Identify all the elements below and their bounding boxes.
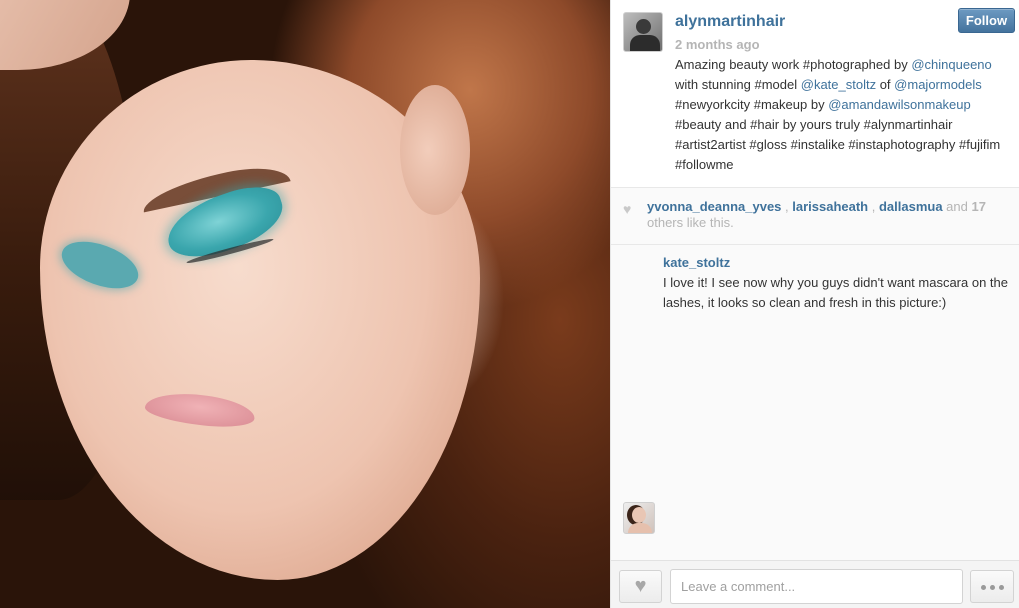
comment-footer: ♥ — [611, 560, 1019, 608]
more-options-icon — [999, 585, 1004, 590]
owner-avatar[interactable] — [623, 12, 663, 52]
caption-mention-model[interactable]: @kate_stoltz — [801, 77, 876, 92]
like-button[interactable]: ♥ — [619, 570, 662, 603]
avatar-head — [632, 507, 646, 523]
photo-arm — [0, 0, 130, 70]
caption-text: #beauty and #hair by yours truly #alynma… — [675, 117, 1001, 172]
likes-section: ♥ yvonna_deanna_yves , larissaheath , da… — [611, 188, 1019, 245]
post-sidebar: alynmartinhair 2 months ago Follow Amazi… — [610, 0, 1019, 608]
liker-username[interactable]: yvonna_deanna_yves — [647, 199, 781, 214]
caption-mention-makeup[interactable]: @amandawilsonmakeup — [828, 97, 971, 112]
photo-ear — [400, 85, 470, 215]
heart-icon: ♥ — [634, 575, 647, 597]
comment-username[interactable]: kate_stoltz — [663, 255, 730, 270]
comment-text: I love it! I see now why you guys didn't… — [663, 275, 1008, 310]
comment-input[interactable] — [670, 569, 963, 604]
caption-text: of — [876, 77, 895, 92]
liker-separator: , — [781, 199, 793, 214]
caption-text: with stunning #model — [675, 77, 801, 92]
likers-text: yvonna_deanna_yves , larissaheath , dall… — [647, 199, 1007, 231]
liker-username[interactable]: larissaheath — [792, 199, 868, 214]
caption-mention-photographer[interactable]: @chinqueeno — [911, 57, 991, 72]
comment-item: kate_stoltz I love it! I see now why you… — [611, 245, 1019, 534]
owner-username[interactable]: alynmartinhair — [675, 13, 785, 31]
caption-text: Amazing beauty work #photographed by — [675, 57, 912, 72]
more-options-icon — [990, 585, 995, 590]
post-caption: Amazing beauty work #photographed by @ch… — [675, 55, 1011, 175]
heart-icon: ♥ — [623, 201, 632, 217]
likes-and: and — [942, 199, 972, 214]
avatar-body — [628, 523, 652, 533]
liker-username[interactable]: dallasmua — [879, 199, 943, 214]
avatar-body — [630, 35, 660, 51]
avatar-head — [636, 19, 651, 34]
follow-button[interactable]: Follow — [958, 8, 1015, 33]
more-options-button[interactable] — [970, 570, 1014, 603]
caption-mention-agency[interactable]: @majormodels — [894, 77, 982, 92]
likes-count[interactable]: 17 — [971, 199, 985, 214]
post-header: alynmartinhair 2 months ago Follow Amazi… — [611, 0, 1019, 188]
post-photo[interactable] — [0, 0, 610, 608]
liker-separator: , — [868, 199, 879, 214]
post-timestamp[interactable]: 2 months ago — [675, 37, 760, 52]
likes-suffix: others like this. — [647, 215, 734, 230]
more-options-icon — [981, 585, 986, 590]
caption-text: #newyorkcity #makeup by — [675, 97, 829, 112]
commenter-avatar[interactable] — [623, 502, 655, 534]
